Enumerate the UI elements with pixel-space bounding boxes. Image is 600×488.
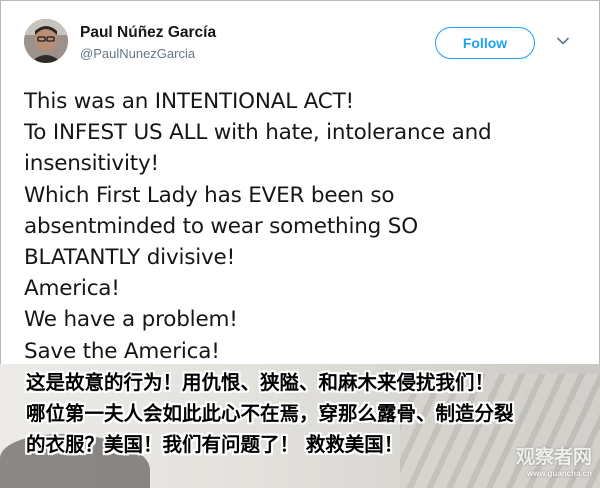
subtitle-line: 这是故意的行为！用仇恨、狭隘、和麻木来侵扰我们！: [26, 371, 495, 394]
tweet-text-line: insensitivity!: [24, 151, 159, 177]
tweet-text-line: absentminded to wear something SO: [24, 213, 418, 239]
avatar[interactable]: [24, 19, 68, 63]
tweet-text-line: We have a problem!: [24, 307, 238, 333]
tweet-text-line: America!: [24, 276, 120, 302]
tweet-text: This was an INTENTIONAL ACT! To INFEST U…: [24, 86, 584, 367]
tweet-text-line: Save the America!: [24, 338, 220, 364]
watermark-url: www.guancha.cn: [526, 469, 592, 478]
follow-button[interactable]: Follow: [435, 27, 535, 59]
tweet-text-line: BLATANTLY divisive!: [24, 245, 236, 271]
author-handle[interactable]: @PaulNunezGarcia: [80, 46, 195, 61]
author-name[interactable]: Paul Núñez García: [80, 24, 216, 42]
subtitle-line: 哪位第一夫人会如此此心不在焉，穿那么露骨、制造分裂: [26, 402, 514, 425]
watermark: 观察者网 www.guancha.cn: [496, 442, 592, 478]
tweet-text-line: Which First Lady has EVER been so: [24, 182, 395, 208]
tweet-text-line: This was an INTENTIONAL ACT!: [24, 89, 354, 114]
watermark-logo-text: 观察者网: [515, 446, 592, 468]
tweet-text-line: To INFEST US ALL with hate, intolerance …: [24, 120, 492, 146]
chevron-down-icon[interactable]: [556, 34, 570, 48]
